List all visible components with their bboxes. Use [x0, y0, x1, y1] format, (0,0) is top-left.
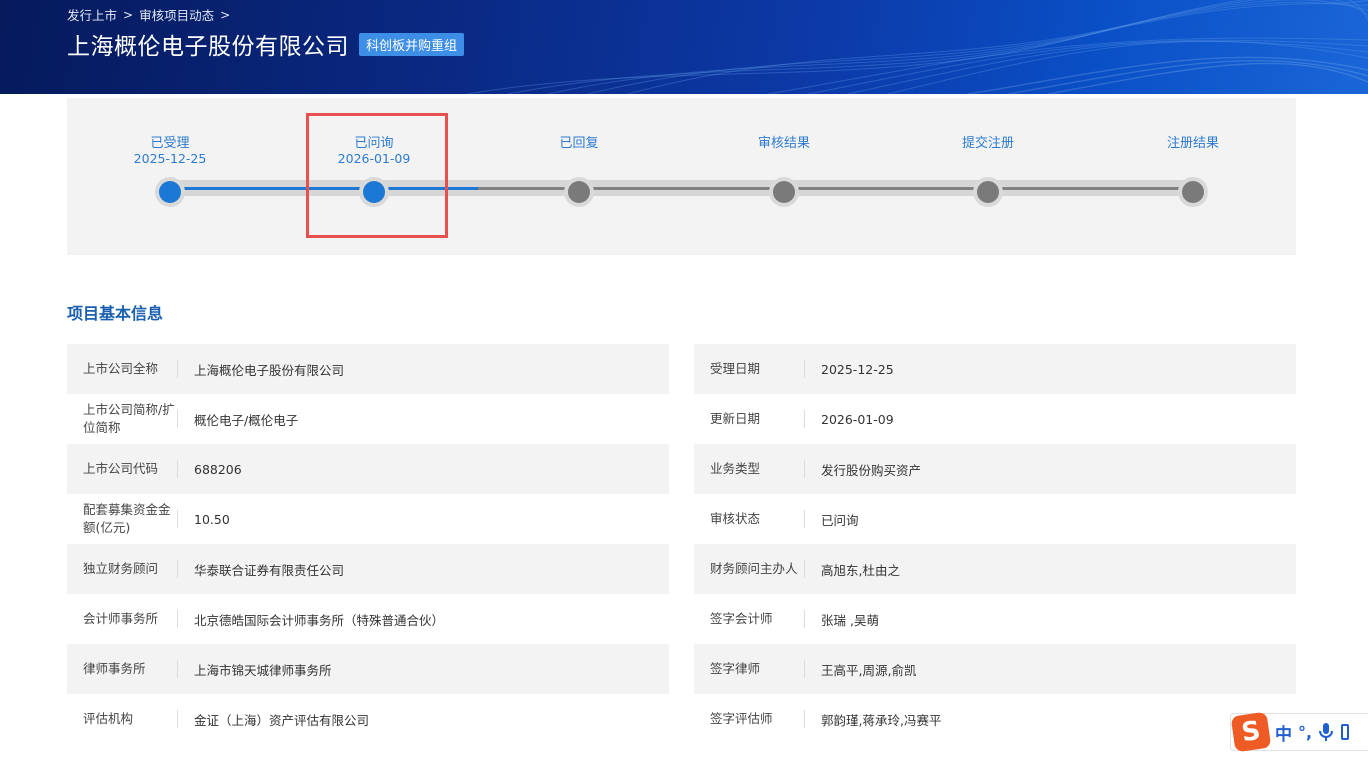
ime-mode-toggle[interactable]: 中: [1275, 720, 1292, 745]
board-badge: 科创板并购重组: [359, 32, 465, 56]
info-value: 已问询: [821, 512, 859, 528]
info-row: 签字评估师 郭韵瑾,蒋承玲,冯赛平: [694, 694, 1296, 744]
step-label: 已受理: [150, 136, 190, 151]
info-key: 上市公司代码: [83, 461, 159, 476]
info-value: 华泰联合证券有限责任公司: [194, 562, 345, 578]
info-key: 评估机构: [83, 711, 134, 726]
step-registration-result: 注册结果: [1113, 136, 1273, 151]
info-row: 财务顾问主办人 高旭东,杜由之: [694, 544, 1296, 594]
step-label: 审核结果: [757, 136, 810, 151]
info-row: 上市公司全称 上海概伦电子股份有限公司: [67, 344, 669, 394]
info-key: 律师事务所: [83, 661, 146, 676]
info-key: 会计师事务所: [83, 611, 159, 626]
info-key: 上市公司全称: [83, 361, 159, 376]
chevron-right-icon: >: [220, 7, 231, 22]
info-row: 业务类型 发行股份购买资产: [694, 444, 1296, 494]
info-table-left: 上市公司全称 上海概伦电子股份有限公司 上市公司简称/扩位简称 概伦电子/概伦电…: [67, 344, 669, 744]
info-value: 10.50: [194, 511, 230, 527]
info-key: 签字评估师: [710, 711, 773, 726]
info-row: 审核状态 已问询: [694, 494, 1296, 544]
info-row: 签字律师 王高平,周源,俞凯: [694, 644, 1296, 694]
info-value: 郭韵瑾,蒋承玲,冯赛平: [821, 712, 942, 728]
info-row: 独立财务顾问 华泰联合证券有限责任公司: [67, 544, 669, 594]
info-value: 2026-01-09: [821, 411, 894, 427]
sogou-logo-icon[interactable]: S: [1230, 711, 1272, 753]
info-value: 上海市锦天城律师事务所: [194, 662, 332, 678]
info-value: 发行股份购买资产: [821, 462, 922, 478]
info-value: 北京德皓国际会计师事务所（特殊普通合伙）: [194, 612, 445, 628]
breadcrumb: 发行上市 > 审核项目动态 >: [67, 5, 230, 24]
breadcrumb-item-review[interactable]: 审核项目动态: [139, 5, 214, 24]
banner-wave-decoration: [468, 0, 1368, 94]
info-key: 业务类型: [710, 461, 761, 476]
info-row: 会计师事务所 北京德皓国际会计师事务所（特殊普通合伙）: [67, 594, 669, 644]
section-title: 项目基本信息: [67, 304, 164, 323]
step-dot-registration-result: [1178, 177, 1208, 207]
microphone-icon[interactable]: [1318, 722, 1334, 742]
step-accepted: 已受理 2025-12-25: [90, 136, 250, 167]
info-value: 688206: [194, 461, 242, 477]
info-row: 律师事务所 上海市锦天城律师事务所: [67, 644, 669, 694]
step-label: 注册结果: [1166, 136, 1219, 151]
step-date: 2025-12-25: [133, 151, 207, 166]
ime-toolbar[interactable]: S 中 °,: [1230, 711, 1368, 753]
step-dot-accepted: [155, 177, 185, 207]
step-review-result: 审核结果: [704, 136, 864, 151]
step-dot-replied: [564, 177, 594, 207]
info-value: 概伦电子/概伦电子: [194, 412, 299, 428]
info-value: 金证（上海）资产评估有限公司: [194, 712, 370, 728]
page-title: 上海概伦电子股份有限公司: [67, 34, 349, 60]
info-key: 签字会计师: [710, 611, 773, 626]
info-key: 上市公司简称/扩位简称: [83, 402, 175, 435]
info-key: 财务顾问主办人: [710, 561, 798, 576]
info-value: 王高平,周源,俞凯: [821, 662, 917, 678]
info-row: 受理日期 2025-12-25: [694, 344, 1296, 394]
info-value: 上海概伦电子股份有限公司: [194, 362, 345, 378]
info-key: 配套募集资金金额(亿元): [83, 502, 171, 535]
info-row: 配套募集资金金额(亿元) 10.50: [67, 494, 669, 544]
step-dot-review-result: [769, 177, 799, 207]
info-table-right: 受理日期 2025-12-25 更新日期 2026-01-09 业务类型 发行股…: [694, 344, 1296, 744]
step-replied: 已回复: [499, 136, 659, 151]
current-step-highlight: [306, 113, 448, 238]
step-label: 提交注册: [961, 136, 1014, 151]
info-key: 签字律师: [710, 661, 761, 676]
ime-more-icon[interactable]: [1340, 722, 1350, 742]
ime-punctuation-toggle[interactable]: °,: [1298, 723, 1312, 742]
step-label: 已回复: [559, 136, 599, 151]
info-key: 受理日期: [710, 361, 761, 376]
info-key: 更新日期: [710, 411, 761, 426]
step-dot-submit-registration: [973, 177, 1003, 207]
info-row: 上市公司代码 688206: [67, 444, 669, 494]
info-row: 更新日期 2026-01-09: [694, 394, 1296, 444]
chevron-right-icon: >: [123, 7, 134, 22]
breadcrumb-item-ipo[interactable]: 发行上市: [67, 5, 117, 24]
review-progress-panel: 已受理 2025-12-25 已问询 2026-01-09 已回复 审核结果 提…: [67, 98, 1296, 255]
info-value: 2025-12-25: [821, 361, 894, 377]
info-key: 审核状态: [710, 511, 761, 526]
info-row: 评估机构 金证（上海）资产评估有限公司: [67, 694, 669, 744]
info-key: 独立财务顾问: [83, 561, 159, 576]
info-row: 上市公司简称/扩位简称 概伦电子/概伦电子: [67, 394, 669, 444]
info-value: 张瑞 ,吴萌: [821, 612, 879, 628]
info-value: 高旭东,杜由之: [821, 562, 900, 578]
info-row: 签字会计师 张瑞 ,吴萌: [694, 594, 1296, 644]
page-banner: 发行上市 > 审核项目动态 > 上海概伦电子股份有限公司 科创板并购重组: [0, 0, 1368, 94]
step-submit-registration: 提交注册: [908, 136, 1068, 151]
